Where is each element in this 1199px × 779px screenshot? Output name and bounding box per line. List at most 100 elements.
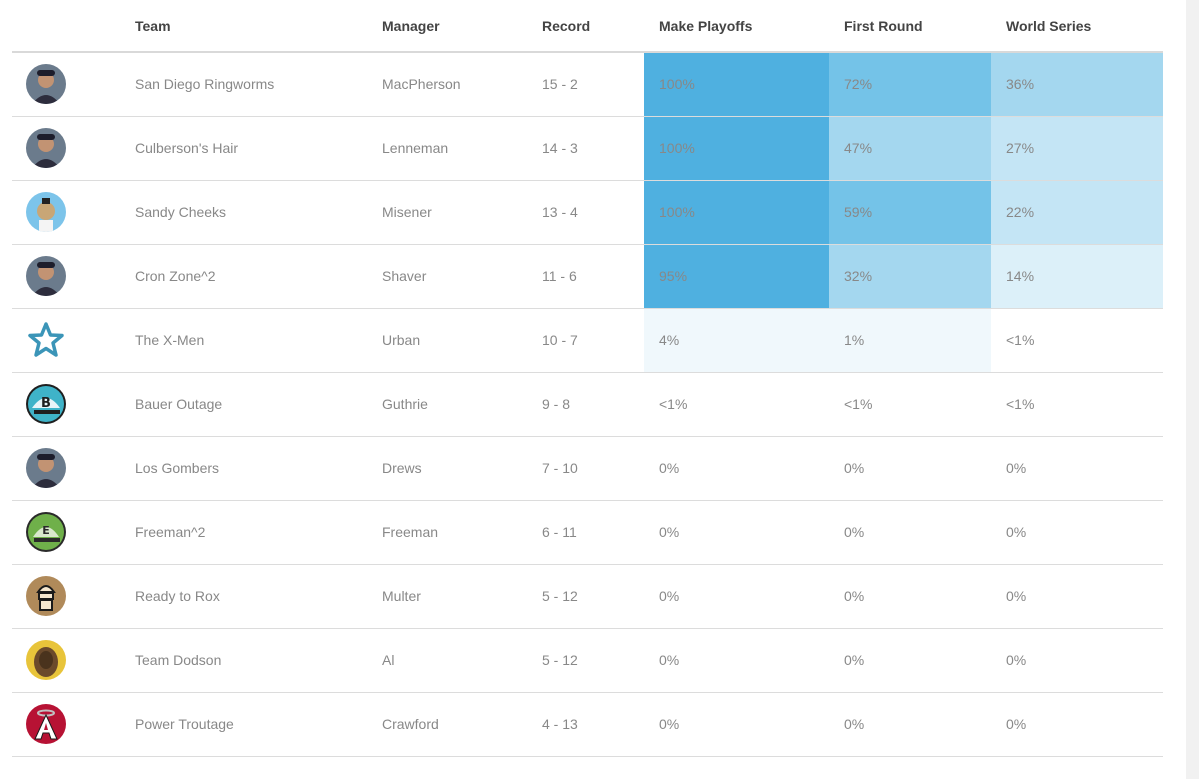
make-playoffs-cell: 100% (644, 116, 829, 181)
first-round-cell: 1% (829, 308, 991, 373)
standings-table-container: Team Manager Record Make Playoffs First … (12, 0, 1163, 757)
first-round-cell: 0% (829, 628, 991, 693)
playoff-odds-table: Team Manager Record Make Playoffs First … (12, 0, 1163, 757)
make-playoffs-cell: 100% (644, 52, 829, 117)
make-playoffs-cell: 95% (644, 244, 829, 309)
table-row[interactable]: The X-Men Urban 10 - 7 4% 1% <1% (12, 308, 1163, 373)
cap-e-icon: E (26, 512, 66, 552)
manager-cell: Crawford (367, 692, 527, 757)
star-icon (26, 320, 66, 360)
record-cell: 9 - 8 (527, 372, 644, 437)
team-name-cell[interactable]: Culberson's Hair (120, 116, 367, 181)
team-name-cell[interactable]: Bauer Outage (120, 372, 367, 437)
ice-cream-icon (26, 576, 66, 616)
team-logo-cell (12, 52, 120, 117)
team-logo-cell (12, 244, 120, 309)
team-name-cell[interactable]: Sandy Cheeks (120, 180, 367, 245)
make-playoffs-cell: 0% (644, 628, 829, 693)
make-playoffs-cell: 0% (644, 436, 829, 501)
first-round-cell: 0% (829, 436, 991, 501)
record-cell: 5 - 12 (527, 564, 644, 629)
team-logo-cell (12, 436, 120, 501)
team-name-cell[interactable]: Ready to Rox (120, 564, 367, 629)
header-record[interactable]: Record (527, 0, 644, 53)
world-series-cell: 0% (991, 500, 1163, 565)
table-row[interactable]: Power Troutage Crawford 4 - 13 0% 0% 0% (12, 692, 1163, 757)
team-name-cell[interactable]: Team Dodson (120, 628, 367, 693)
manager-cell: Misener (367, 180, 527, 245)
manager-cell: Lenneman (367, 116, 527, 181)
team-name-cell[interactable]: Cron Zone^2 (120, 244, 367, 309)
world-series-cell: 27% (991, 116, 1163, 181)
manager-cell: Drews (367, 436, 527, 501)
record-cell: 15 - 2 (527, 52, 644, 117)
header-world-series[interactable]: World Series (991, 0, 1163, 53)
team-logo-cell: B (12, 372, 120, 437)
player-photo-icon (26, 256, 66, 296)
team-name-cell[interactable]: Power Troutage (120, 692, 367, 757)
player-photo-icon (26, 448, 66, 488)
make-playoffs-cell: 0% (644, 500, 829, 565)
team-name-cell[interactable]: The X-Men (120, 308, 367, 373)
player-photo-icon (26, 64, 66, 105)
first-round-cell: <1% (829, 372, 991, 437)
header-first-round[interactable]: First Round (829, 0, 991, 53)
table-row[interactable]: Ready to Rox Multer 5 - 12 0% 0% 0% (12, 564, 1163, 629)
manager-cell: Multer (367, 564, 527, 629)
record-cell: 13 - 4 (527, 180, 644, 245)
team-name-cell[interactable]: Los Gombers (120, 436, 367, 501)
table-row[interactable]: E Freeman^2 Freeman 6 - 11 0% 0% 0% (12, 500, 1163, 565)
first-round-cell: 0% (829, 564, 991, 629)
cartoon-mascot-icon (26, 192, 66, 232)
team-name-cell[interactable]: San Diego Ringworms (120, 52, 367, 117)
manager-cell: Shaver (367, 244, 527, 309)
manager-cell: Freeman (367, 500, 527, 565)
table-row[interactable]: Sandy Cheeks Misener 13 - 4 100% 59% 22% (12, 180, 1163, 245)
record-cell: 14 - 3 (527, 116, 644, 181)
world-series-cell: <1% (991, 308, 1163, 373)
record-cell: 5 - 12 (527, 628, 644, 693)
table-body: San Diego Ringworms MacPherson 15 - 2 100% 7… (12, 52, 1163, 757)
table-row[interactable]: Los Gombers Drews 7 - 10 0% 0% 0% (12, 436, 1163, 501)
wookiee-icon (26, 640, 66, 680)
record-cell: 11 - 6 (527, 244, 644, 309)
make-playoffs-cell: 4% (644, 308, 829, 373)
table-row[interactable]: Cron Zone^2 Shaver 11 - 6 95% 32% 14% (12, 244, 1163, 309)
first-round-cell: 32% (829, 244, 991, 309)
manager-cell: Guthrie (367, 372, 527, 437)
table-row[interactable]: Team Dodson Al 5 - 12 0% 0% 0% (12, 628, 1163, 693)
table-row[interactable]: B Bauer Outage Guthrie 9 - 8 <1% <1% <1% (12, 372, 1163, 437)
svg-text:E: E (42, 524, 50, 537)
world-series-cell: 0% (991, 436, 1163, 501)
team-logo-cell (12, 692, 120, 757)
make-playoffs-cell: 0% (644, 564, 829, 629)
make-playoffs-cell: <1% (644, 372, 829, 437)
header-team[interactable]: Team (120, 0, 367, 53)
world-series-cell: 14% (991, 244, 1163, 309)
cap-b-icon: B (26, 384, 66, 424)
table-row[interactable]: Culberson's Hair Lenneman 14 - 3 100% 47% 27% (12, 116, 1163, 181)
team-logo-cell: E (12, 500, 120, 565)
header-make-playoffs[interactable]: Make Playoffs (644, 0, 829, 53)
team-logo-cell (12, 180, 120, 245)
first-round-cell: 0% (829, 692, 991, 757)
header-manager[interactable]: Manager (367, 0, 527, 53)
player-photo-icon (26, 128, 66, 168)
world-series-cell: <1% (991, 372, 1163, 437)
make-playoffs-cell: 100% (644, 180, 829, 245)
manager-cell: Al (367, 628, 527, 693)
angels-a-icon (26, 704, 66, 744)
first-round-cell: 47% (829, 116, 991, 181)
world-series-cell: 36% (991, 52, 1163, 117)
manager-cell: MacPherson (367, 52, 527, 117)
header-logo (12, 0, 120, 53)
world-series-cell: 0% (991, 564, 1163, 629)
world-series-cell: 0% (991, 692, 1163, 757)
world-series-cell: 22% (991, 180, 1163, 245)
table-row[interactable]: San Diego Ringworms MacPherson 15 - 2 100% 7… (12, 52, 1163, 117)
first-round-cell: 59% (829, 180, 991, 245)
scrollbar-track[interactable] (1186, 0, 1199, 779)
world-series-cell: 0% (991, 628, 1163, 693)
team-logo-cell (12, 308, 120, 373)
team-name-cell[interactable]: Freeman^2 (120, 500, 367, 565)
